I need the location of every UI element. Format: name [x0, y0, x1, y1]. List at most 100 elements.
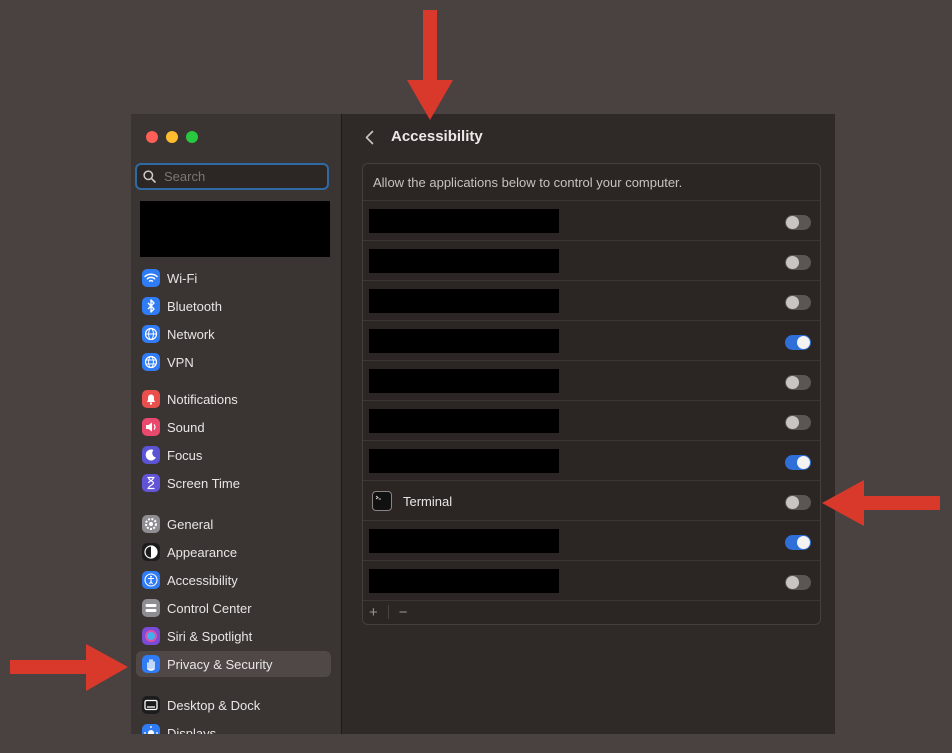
app-access-toggle[interactable]	[785, 495, 811, 510]
sidebar-item-label: General	[167, 516, 214, 532]
chevron-left-icon	[365, 130, 373, 144]
redacted-app-name	[369, 249, 559, 273]
close-button[interactable]	[146, 131, 158, 143]
bell-icon	[142, 390, 160, 408]
sidebar-item-desktop-dock[interactable]: Desktop & Dock	[136, 692, 331, 718]
search-input[interactable]	[162, 168, 316, 185]
annotation-arrow-down	[407, 10, 453, 120]
app-access-toggle[interactable]	[785, 455, 811, 470]
panel-footer: + −	[363, 600, 820, 624]
minimize-button[interactable]	[166, 131, 178, 143]
toggle-knob	[786, 216, 799, 229]
app-access-toggle[interactable]	[785, 335, 811, 350]
redacted-app-name	[369, 409, 559, 433]
sidebar-item-privacy-security[interactable]: Privacy & Security	[136, 651, 331, 677]
sidebar-item-label: Sound	[167, 419, 205, 435]
sidebar-item-label: Focus	[167, 447, 203, 463]
sidebar-item-label: VPN	[167, 354, 194, 370]
sidebar-item-bluetooth[interactable]: Bluetooth	[136, 293, 331, 319]
app-row	[363, 281, 820, 321]
toggle-knob	[797, 456, 810, 469]
sidebar-item-label: Notifications	[167, 391, 238, 407]
sidebar-item-accessibility[interactable]: Accessibility	[136, 567, 331, 593]
app-access-toggle[interactable]	[785, 375, 811, 390]
toggle-knob	[786, 256, 799, 269]
sidebar-item-network[interactable]: Network	[136, 321, 331, 347]
main-content: Accessibility Allow the applications bel…	[342, 114, 835, 734]
sidebar-item-appearance[interactable]: Appearance	[136, 539, 331, 565]
app-row	[363, 321, 820, 361]
gear-icon	[142, 515, 160, 533]
sidebar-item-screen-time[interactable]: Screen Time	[136, 470, 331, 496]
accessibility-icon	[142, 571, 160, 589]
sidebar-item-vpn[interactable]: VPN	[136, 349, 331, 375]
window-controls	[146, 131, 198, 143]
sidebar-item-sound[interactable]: Sound	[136, 414, 331, 440]
add-app-button[interactable]: +	[369, 604, 378, 621]
sidebar-item-control-center[interactable]: Control Center	[136, 595, 331, 621]
footer-divider	[387, 605, 389, 619]
settings-window: Wi-Fi Bluetooth Network VPN Notifications Sou…	[131, 114, 835, 734]
wifi-icon	[142, 269, 160, 287]
network-globe-icon	[142, 325, 160, 343]
annotation-arrow-right	[10, 644, 128, 691]
back-button[interactable]	[361, 128, 377, 146]
hand-icon	[142, 655, 160, 673]
app-list: Terminal	[363, 201, 820, 601]
toggle-knob	[797, 536, 810, 549]
sidebar-item-focus[interactable]: Focus	[136, 442, 331, 468]
redacted-app-name	[369, 449, 559, 473]
sidebar-item-label: Accessibility	[167, 572, 238, 588]
app-access-toggle[interactable]	[785, 295, 811, 310]
sidebar-item-label: Bluetooth	[167, 298, 222, 314]
sidebar: Wi-Fi Bluetooth Network VPN Notifications Sou…	[131, 114, 342, 734]
app-row	[363, 441, 820, 481]
app-access-toggle[interactable]	[785, 415, 811, 430]
zoom-button[interactable]	[186, 131, 198, 143]
search-box[interactable]	[135, 163, 329, 190]
sidebar-item-label: Screen Time	[167, 475, 240, 491]
vpn-globe-icon	[142, 353, 160, 371]
toggle-knob	[797, 336, 810, 349]
app-row: Terminal	[363, 481, 820, 521]
app-access-toggle[interactable]	[785, 255, 811, 270]
sidebar-item-siri-spotlight[interactable]: Siri & Spotlight	[136, 623, 331, 649]
toggle-knob	[786, 416, 799, 429]
app-row	[363, 401, 820, 441]
app-row	[363, 201, 820, 241]
dock-icon	[142, 696, 160, 714]
terminal-icon	[372, 491, 392, 511]
redacted-account-block[interactable]	[140, 201, 330, 257]
sidebar-item-wi-fi[interactable]: Wi-Fi	[136, 265, 331, 291]
redacted-app-name	[369, 209, 559, 233]
toggle-knob	[786, 576, 799, 589]
sidebar-item-label: Wi-Fi	[167, 270, 198, 286]
sidebar-item-label: Privacy & Security	[167, 656, 273, 672]
sidebar-item-label: Control Center	[167, 600, 252, 616]
app-name: Terminal	[403, 493, 453, 509]
app-access-toggle[interactable]	[785, 575, 811, 590]
page-title: Accessibility	[391, 128, 483, 145]
sidebar-item-label: Siri & Spotlight	[167, 628, 253, 644]
app-row	[363, 241, 820, 281]
sidebar-item-label: Desktop & Dock	[167, 697, 261, 713]
apps-panel: Allow the applications below to control …	[362, 163, 821, 625]
redacted-app-name	[369, 529, 559, 553]
app-access-toggle[interactable]	[785, 215, 811, 230]
search-icon	[143, 170, 156, 183]
annotation-arrow-left	[822, 480, 940, 526]
app-row	[363, 361, 820, 401]
remove-app-button[interactable]: −	[399, 604, 408, 621]
siri-icon	[142, 627, 160, 645]
sidebar-item-notifications[interactable]: Notifications	[136, 386, 331, 412]
sidebar-item-displays[interactable]: Displays	[136, 720, 331, 734]
sidebar-item-label: Network	[167, 326, 215, 342]
bluetooth-icon	[142, 297, 160, 315]
app-row	[363, 561, 820, 601]
control-center-icon	[142, 599, 160, 617]
redacted-app-name	[369, 569, 559, 593]
sidebar-item-general[interactable]: General	[136, 511, 331, 537]
sidebar-item-label: Displays	[167, 725, 217, 735]
app-row	[363, 521, 820, 561]
app-access-toggle[interactable]	[785, 535, 811, 550]
